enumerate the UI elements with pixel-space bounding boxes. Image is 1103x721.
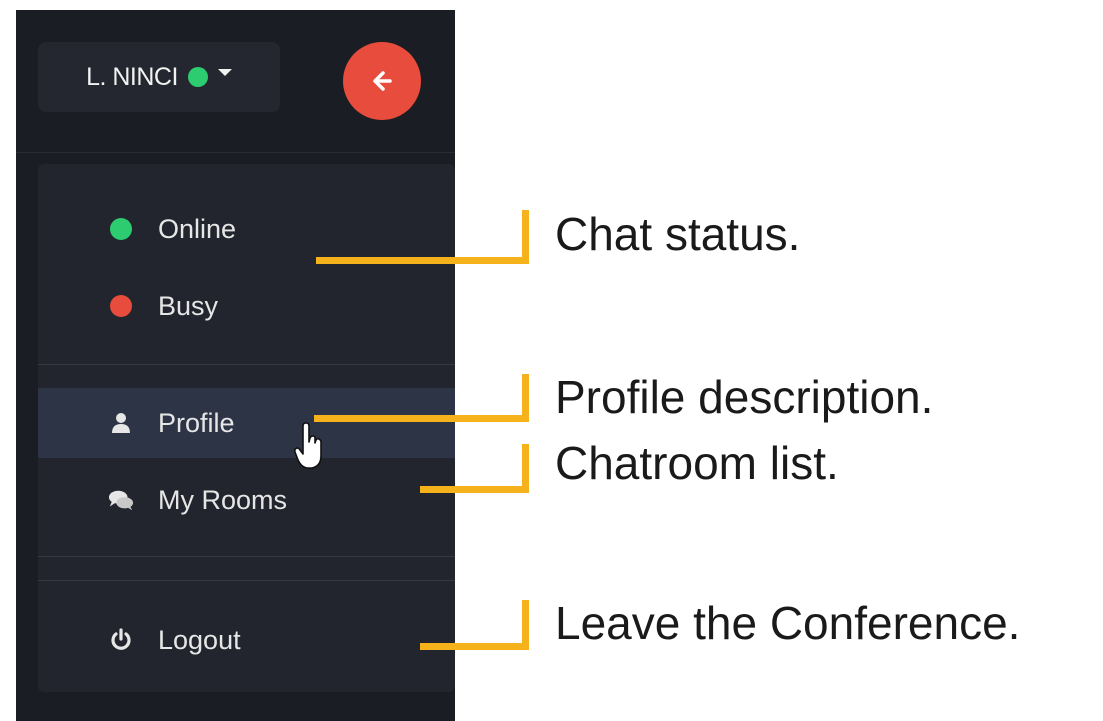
arrow-left-icon bbox=[373, 71, 392, 91]
callout-line bbox=[420, 486, 529, 493]
callout-line bbox=[522, 600, 529, 650]
my-rooms-menu-item[interactable]: My Rooms bbox=[38, 470, 455, 530]
callout-line bbox=[314, 415, 529, 422]
callout-line bbox=[420, 643, 529, 650]
online-status-icon bbox=[187, 67, 208, 87]
app-panel: L. NINCI Online Busy Profile My Rooms Lo… bbox=[16, 10, 455, 721]
callout-rooms: Chatroom list. bbox=[555, 437, 839, 489]
screenshot-stage: L. NINCI Online Busy Profile My Rooms Lo… bbox=[0, 0, 1103, 721]
callout-profile: Profile description. bbox=[555, 371, 934, 423]
menu-divider bbox=[38, 364, 455, 365]
hand-cursor-icon bbox=[294, 422, 322, 469]
status-busy-label: Busy bbox=[158, 290, 219, 321]
logout-menu-item[interactable]: Logout bbox=[38, 610, 455, 670]
online-dot-icon bbox=[108, 216, 134, 242]
status-busy-item[interactable]: Busy bbox=[38, 276, 455, 336]
logout-label: Logout bbox=[158, 624, 241, 655]
status-online-label: Online bbox=[158, 213, 237, 244]
callout-line bbox=[522, 374, 529, 422]
my-rooms-label: My Rooms bbox=[158, 484, 288, 515]
back-button[interactable] bbox=[343, 42, 421, 120]
callout-line bbox=[522, 210, 529, 264]
callout-line bbox=[316, 257, 529, 264]
callout-logout: Leave the Conference. bbox=[555, 597, 1021, 649]
menu-divider bbox=[38, 580, 455, 581]
caret-down-icon bbox=[217, 68, 232, 76]
menu-divider bbox=[38, 556, 455, 557]
callout-line bbox=[522, 444, 529, 493]
user-dropdown-menu: Online Busy Profile My Rooms Logout bbox=[38, 164, 455, 692]
callout-chat-status: Chat status. bbox=[555, 208, 801, 260]
user-name: L. NINCI bbox=[86, 62, 178, 91]
power-icon bbox=[108, 627, 134, 653]
busy-dot-icon bbox=[108, 293, 134, 319]
comments-icon bbox=[108, 487, 134, 513]
profile-menu-item[interactable]: Profile bbox=[38, 388, 455, 458]
status-online-item[interactable]: Online bbox=[38, 199, 455, 259]
user-icon bbox=[108, 410, 134, 436]
user-menu-toggle[interactable]: L. NINCI bbox=[38, 42, 280, 112]
profile-label: Profile bbox=[158, 407, 235, 438]
top-bar: L. NINCI bbox=[16, 10, 455, 153]
